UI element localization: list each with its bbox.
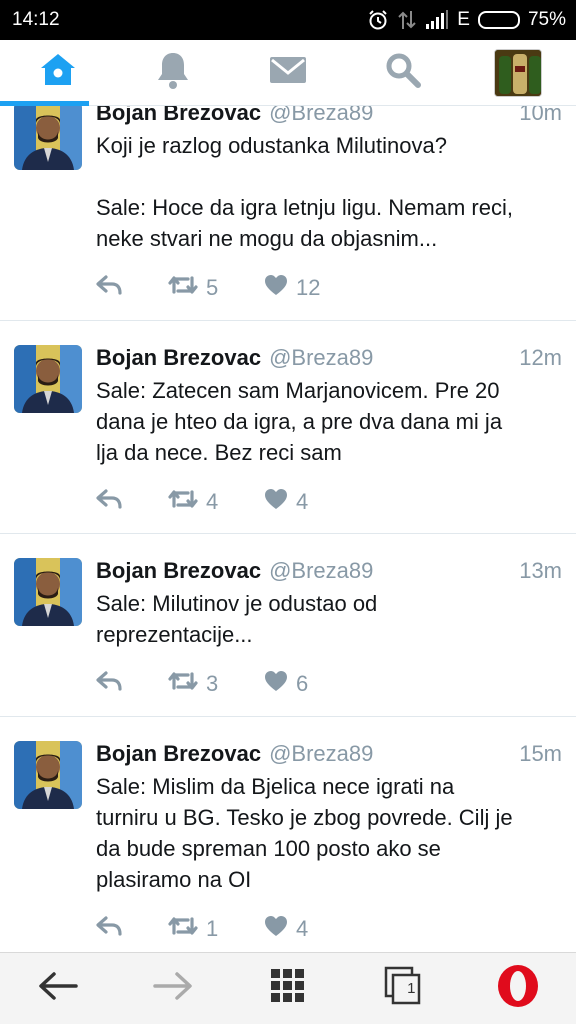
arrow-right-icon <box>153 971 193 1006</box>
tweet-author-handle[interactable]: @Breza89 <box>269 106 373 128</box>
grid-icon <box>270 968 306 1009</box>
tweet-author-name[interactable]: Bojan Brezovac <box>96 343 261 373</box>
tweet[interactable]: Bojan Brezovac @Breza89 13m Sale: Miluti… <box>0 534 576 717</box>
retweet-button[interactable]: 3 <box>168 670 264 698</box>
retweet-count: 1 <box>206 916 219 941</box>
tweet-author-handle[interactable]: @Breza89 <box>269 343 373 373</box>
retweet-button[interactable]: 4 <box>168 488 264 516</box>
timeline: Bojan Brezovac @Breza89 10m Koji je razl… <box>0 106 576 952</box>
reply-icon <box>96 489 122 515</box>
retweet-icon <box>168 274 198 302</box>
signal-icon <box>425 10 449 30</box>
battery-percent: 75% <box>527 9 566 30</box>
tweet-actions: 3 6 <box>96 664 562 704</box>
tweet-author-handle[interactable]: @Breza89 <box>269 739 373 769</box>
tweet-text: Sale: Zatecen sam Marjanovicem. Pre 20 d… <box>96 378 503 465</box>
reply-button[interactable] <box>96 275 168 301</box>
alarm-icon <box>367 9 389 31</box>
avatar[interactable] <box>14 558 82 626</box>
tweet-actions: 5 12 <box>96 268 562 308</box>
heart-icon <box>264 488 288 516</box>
tweet-header: Bojan Brezovac @Breza89 10m <box>96 106 562 128</box>
reply-icon <box>96 916 122 942</box>
tab-count: 1 <box>407 979 416 997</box>
retweet-icon <box>168 488 198 516</box>
like-button[interactable]: 4 <box>264 915 308 943</box>
like-count: 12 <box>296 275 321 300</box>
like-count: 4 <box>296 489 309 514</box>
status-icons: E 75% <box>367 9 566 31</box>
tweet-timestamp: 10m <box>519 106 562 125</box>
tweet-header: Bojan Brezovac @Breza89 12m <box>96 343 562 373</box>
heart-icon <box>264 274 288 302</box>
profile-avatar <box>494 48 543 97</box>
envelope-icon <box>269 54 307 91</box>
like-button[interactable]: 12 <box>264 274 320 302</box>
tweet-text: Sale: Mislim da Bjelica nece igrati na t… <box>96 774 513 892</box>
speed-dial-button[interactable] <box>248 953 328 1025</box>
avatar[interactable] <box>14 741 82 809</box>
tab-profile[interactable] <box>461 40 576 106</box>
tabs-button[interactable]: 1 <box>363 953 443 1025</box>
heart-icon <box>264 670 288 698</box>
reply-button[interactable] <box>96 489 168 515</box>
tweet-author-handle[interactable]: @Breza89 <box>269 556 373 586</box>
reply-button[interactable] <box>96 671 168 697</box>
tab-search[interactable] <box>346 40 461 106</box>
home-icon <box>38 50 78 95</box>
retweet-button[interactable]: 1 <box>168 915 264 943</box>
tweet-text: Sale: Milutinov je odustao od reprezenta… <box>96 591 378 647</box>
like-count: 4 <box>296 916 309 941</box>
avatar[interactable] <box>14 345 82 413</box>
tweet-author-name[interactable]: Bojan Brezovac <box>96 106 261 128</box>
reply-button[interactable] <box>96 916 168 942</box>
tweet[interactable]: Bojan Brezovac @Breza89 15m Sale: Mislim… <box>0 717 576 952</box>
search-icon <box>384 51 422 94</box>
tweet-actions: 1 4 <box>96 909 562 949</box>
bell-icon <box>155 50 191 95</box>
tweet-header: Bojan Brezovac @Breza89 13m <box>96 556 562 586</box>
battery-icon <box>477 11 520 29</box>
status-time: 14:12 <box>12 9 60 30</box>
retweet-count: 4 <box>206 489 219 514</box>
tweet-author-name[interactable]: Bojan Brezovac <box>96 739 261 769</box>
status-bar: 14:12 E 75% <box>0 0 576 40</box>
forward-button[interactable] <box>133 953 213 1025</box>
network-type: E <box>457 9 470 30</box>
tweet-actions: 4 4 <box>96 482 562 522</box>
tweet-text: Koji je razlog odustanka Milutinova? Sal… <box>96 133 513 251</box>
tab-home[interactable] <box>0 40 115 106</box>
retweet-icon <box>168 915 198 943</box>
retweet-count: 5 <box>206 275 219 300</box>
data-transfer-icon <box>397 9 417 31</box>
retweet-count: 3 <box>206 671 219 696</box>
tweet-timestamp: 15m <box>519 741 562 766</box>
reply-icon <box>96 671 122 697</box>
avatar[interactable] <box>14 106 82 170</box>
like-button[interactable]: 6 <box>264 670 308 698</box>
like-count: 6 <box>296 671 309 696</box>
tweet-header: Bojan Brezovac @Breza89 15m <box>96 739 562 769</box>
retweet-button[interactable]: 5 <box>168 274 264 302</box>
tab-bar <box>0 40 576 106</box>
tab-messages[interactable] <box>230 40 345 106</box>
tweet[interactable]: Bojan Brezovac @Breza89 10m Koji je razl… <box>0 106 576 321</box>
tweet-timestamp: 12m <box>519 345 562 370</box>
browser-bottom-bar: 1 <box>0 952 576 1024</box>
like-button[interactable]: 4 <box>264 488 308 516</box>
tabs-icon <box>384 966 422 1011</box>
opera-menu-button[interactable] <box>478 953 558 1025</box>
tweet-timestamp: 13m <box>519 558 562 583</box>
reply-icon <box>96 275 122 301</box>
retweet-icon <box>168 670 198 698</box>
tweet[interactable]: Bojan Brezovac @Breza89 12m Sale: Zatece… <box>0 321 576 534</box>
arrow-left-icon <box>38 971 78 1006</box>
back-button[interactable] <box>18 953 98 1025</box>
tweet-author-name[interactable]: Bojan Brezovac <box>96 556 261 586</box>
heart-icon <box>264 915 288 943</box>
tab-notifications[interactable] <box>115 40 230 106</box>
opera-logo-icon <box>495 963 541 1014</box>
